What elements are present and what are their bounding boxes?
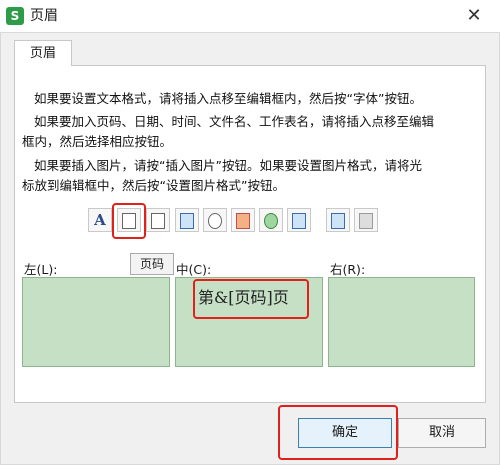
time-button[interactable] bbox=[203, 208, 227, 232]
file-path-icon bbox=[236, 213, 250, 229]
file-name-icon bbox=[264, 213, 278, 229]
date-button[interactable] bbox=[175, 208, 199, 232]
time-icon bbox=[208, 213, 222, 229]
right-section-label: 右(R): bbox=[330, 262, 366, 277]
insert-picture-icon bbox=[331, 213, 345, 229]
insert-picture-button[interactable] bbox=[326, 208, 350, 232]
date-icon bbox=[180, 213, 194, 229]
format-picture-icon bbox=[359, 213, 373, 229]
left-section-label: 左(L): bbox=[24, 262, 58, 277]
right-section-input[interactable] bbox=[328, 277, 475, 367]
instruction-text-5: 标放到编辑框中，然后按“设置图片格式”按钮。 bbox=[22, 178, 285, 193]
title-bar bbox=[0, 0, 500, 32]
instruction-text-2: 如果要加入页码、日期、时间、文件名、工作表名，请将插入点移至编辑 bbox=[34, 114, 435, 129]
window-title: 页眉 bbox=[30, 8, 58, 24]
total-pages-button[interactable] bbox=[146, 208, 170, 232]
font-button[interactable]: A bbox=[88, 208, 112, 232]
page-number-highlight bbox=[112, 203, 146, 239]
app-icon: S bbox=[6, 7, 24, 25]
total-pages-icon bbox=[151, 213, 165, 229]
center-section-label: 中(C): bbox=[176, 262, 212, 277]
cancel-button[interactable]: 取消 bbox=[398, 418, 486, 448]
center-content-highlight bbox=[193, 279, 309, 319]
tooltip: 页码 bbox=[130, 253, 174, 275]
instruction-text-1: 如果要设置文本格式，请将插入点移至编辑框内，然后按“字体”按钮。 bbox=[34, 91, 422, 106]
sheet-name-icon bbox=[292, 213, 306, 229]
format-picture-button[interactable] bbox=[354, 208, 378, 232]
instruction-text-3: 框内，然后选择相应按钮。 bbox=[22, 134, 173, 149]
file-name-button[interactable] bbox=[259, 208, 283, 232]
ok-button-highlight bbox=[278, 405, 398, 460]
instruction-text-4: 如果要插入图片，请按“插入图片”按钮。如果要设置图片格式，请将光 bbox=[34, 158, 422, 173]
tab-header[interactable]: 页眉 bbox=[14, 40, 72, 66]
file-path-button[interactable] bbox=[231, 208, 255, 232]
close-button[interactable]: ✕ bbox=[456, 2, 492, 30]
left-section-input[interactable] bbox=[22, 277, 170, 367]
sheet-name-button[interactable] bbox=[287, 208, 311, 232]
font-icon: A bbox=[94, 211, 106, 229]
